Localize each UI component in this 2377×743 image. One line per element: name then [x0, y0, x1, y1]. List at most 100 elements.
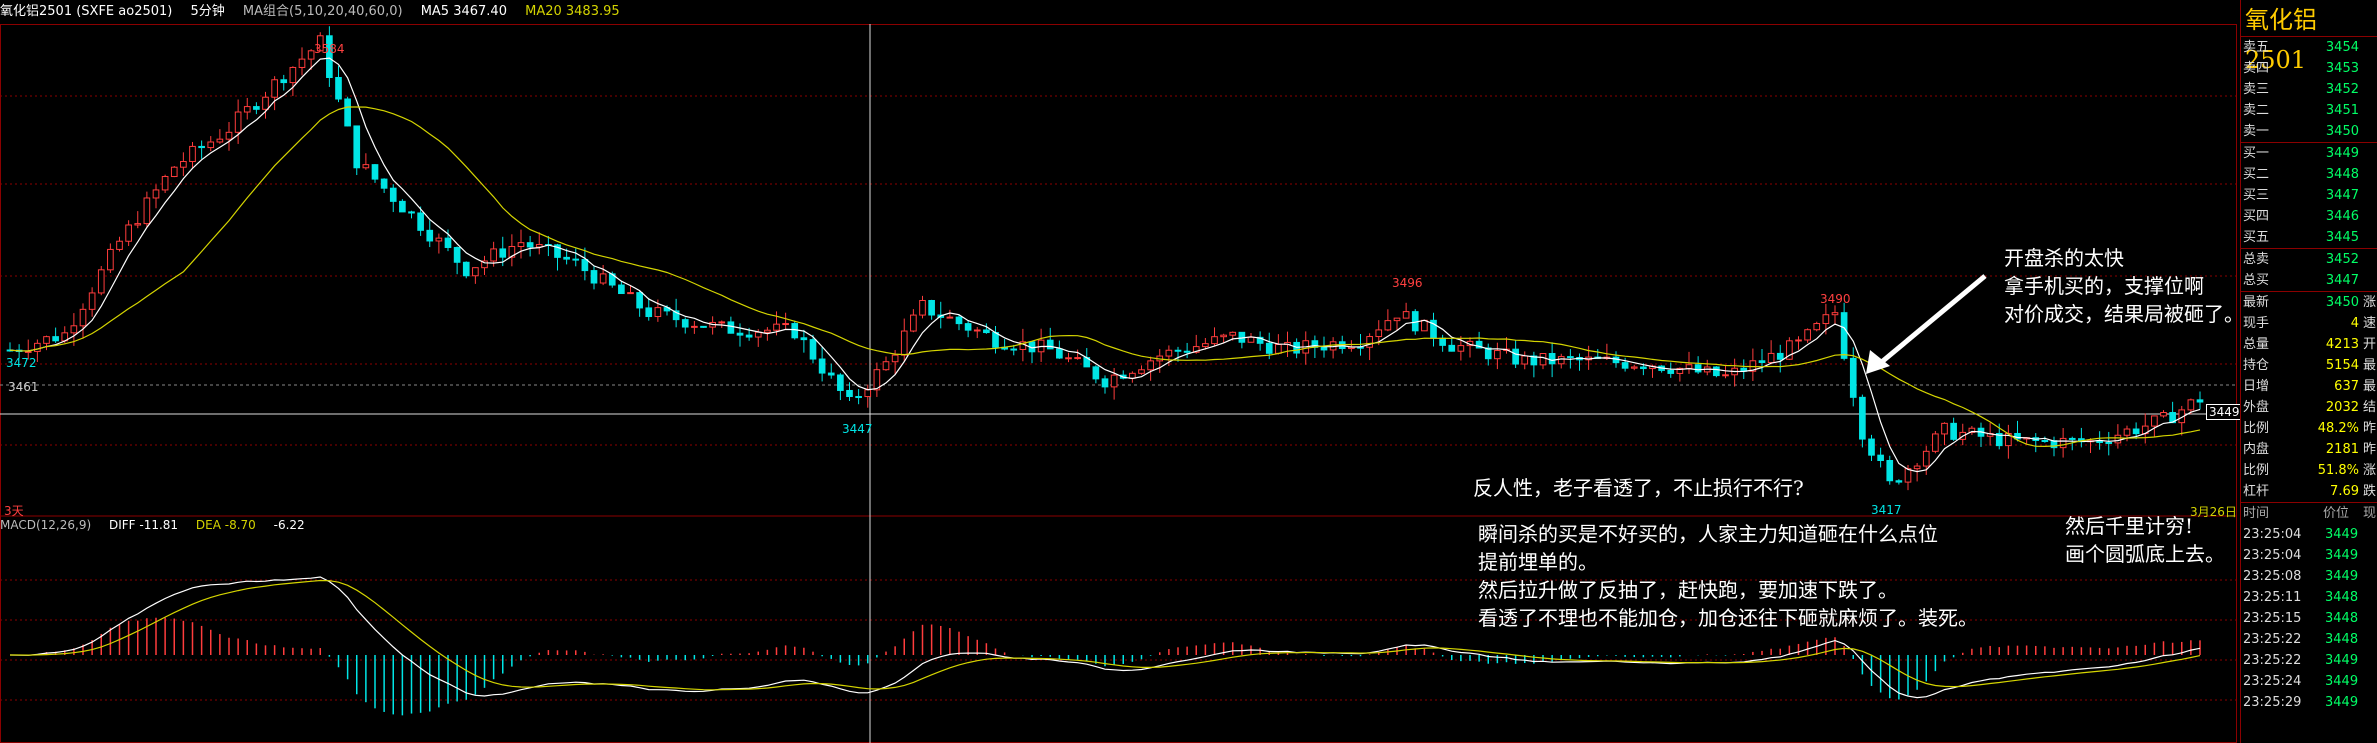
candle-body [207, 141, 215, 149]
candle-body [818, 358, 826, 374]
candle-body [198, 145, 205, 149]
ref-price-label: 3461 [8, 380, 39, 394]
tick-price: 3448 [2325, 590, 2359, 605]
candle-body [928, 300, 935, 316]
candle-body [417, 212, 424, 231]
tick-row: 23:25:22 3449 [2241, 650, 2377, 671]
candle-body [1092, 366, 1100, 380]
ma-group-label[interactable]: MA组合(5,10,20,40,60,0) [243, 4, 403, 19]
candle-body [599, 273, 607, 284]
candle-body [1822, 314, 1830, 325]
candle-body [1621, 362, 1629, 369]
ma20-value: MA20 3483.95 [525, 4, 620, 19]
ask-row[interactable]: 卖四 3453 [2241, 58, 2377, 79]
candle-body [362, 164, 370, 169]
quote-panel: 氧化铝2501 卖五 3454 卖四 3453 卖三 3452 卖二 3451 卖一 3450 买… [2240, 0, 2377, 743]
ask-row[interactable]: 卖一 3450 [2241, 121, 2377, 142]
candle-body [827, 372, 835, 376]
candle-body [1138, 369, 1145, 374]
candle-body [1859, 396, 1866, 440]
stat-row[interactable]: 比例 51.8% 涨 [2241, 460, 2377, 481]
total-row[interactable]: 总卖 3452 [2241, 249, 2377, 270]
ask-row-value: 3450 [2325, 124, 2359, 139]
ask-row-label: 卖二 [2243, 103, 2270, 118]
tick-time: 23:25:11 [2243, 590, 2302, 605]
candle-body [472, 267, 479, 277]
bid-row-value: 3447 [2325, 188, 2359, 203]
candle-body [2105, 441, 2113, 444]
candle-body [253, 106, 260, 110]
candle-body [800, 337, 808, 341]
tick-row: 23:25:11 3448 [2241, 587, 2377, 608]
candle-body [1776, 352, 1784, 360]
stat-row-value: 48.2% [2317, 421, 2359, 436]
candle-body [2196, 399, 2204, 403]
stat-row[interactable]: 杠杆 7.69 跌 [2241, 481, 2377, 502]
candle-body [1512, 348, 1519, 365]
bid-row[interactable]: 买三 3447 [2241, 185, 2377, 206]
bid-row[interactable]: 买五 3445 [2241, 227, 2377, 248]
stat-row[interactable]: 最新 3450 涨 [2241, 292, 2377, 313]
bid-row-label: 买二 [2243, 167, 2270, 182]
stat-row[interactable]: 日增 637 最 [2241, 376, 2377, 397]
candle-body [1056, 348, 1063, 359]
candle-body [1913, 465, 1921, 470]
ask-row[interactable]: 卖三 3452 [2241, 79, 2377, 100]
candle-body [645, 307, 653, 318]
candle-body [654, 307, 662, 318]
candle-body [846, 389, 853, 398]
candle-body [271, 79, 278, 98]
start-label: 3472 [6, 356, 37, 370]
timeframe-dropdown[interactable]: 5分钟 [191, 4, 225, 19]
ask-list: 卖五 3454 卖四 3453 卖三 3452 卖二 3451 卖一 3450 [2241, 37, 2377, 142]
stat-row[interactable]: 比例 48.2% 昨 [2241, 418, 2377, 439]
bid-row-label: 买一 [2243, 146, 2270, 161]
stat-row-value: 637 [2334, 379, 2359, 394]
candle-body [1849, 357, 1857, 398]
stat-row-label: 现手 [2243, 316, 2270, 331]
stat-row[interactable]: 总量 4213 开 [2241, 334, 2377, 355]
total-row-value: 3447 [2325, 273, 2359, 288]
candle-body [380, 178, 388, 189]
bid-row[interactable]: 买二 3448 [2241, 164, 2377, 185]
stat-row[interactable]: 持仓 5154 最 [2241, 355, 2377, 376]
candle-body [1366, 336, 1373, 348]
ticks-time-header: 时间 [2243, 506, 2270, 521]
candle-body [52, 336, 59, 342]
candle-body [1229, 331, 1237, 336]
candle-body [1421, 319, 1428, 332]
stat-row-label: 外盘 [2243, 400, 2270, 415]
tick-price: 3449 [2325, 548, 2359, 563]
tick-row: 23:25:29 3449 [2241, 692, 2377, 713]
candle-body [225, 131, 233, 140]
candle-body [107, 248, 114, 271]
tick-time: 23:25:29 [2243, 695, 2302, 710]
tick-time: 23:25:04 [2243, 548, 2302, 563]
bid-row[interactable]: 买四 3446 [2241, 206, 2377, 227]
stat-row-value: 7.69 [2330, 484, 2359, 499]
ask-row[interactable]: 卖五 3454 [2241, 37, 2377, 58]
candle-body [189, 145, 196, 163]
stat-row[interactable]: 外盘 2032 结 [2241, 397, 2377, 418]
stat-row[interactable]: 内盘 2181 昨 [2241, 439, 2377, 460]
current-price-tag: 3449 [2206, 404, 2243, 420]
stat-row-tail: 昨 [2363, 421, 2377, 436]
total-row[interactable]: 总买 3447 [2241, 270, 2377, 291]
stat-row-tail: 结 [2363, 400, 2377, 415]
stat-row[interactable]: 现手 4 速 [2241, 313, 2377, 334]
ask-row[interactable]: 卖二 3451 [2241, 100, 2377, 121]
macd-title[interactable]: MACD(12,26,9) [0, 518, 91, 532]
tick-price: 3449 [2325, 527, 2359, 542]
bid-row[interactable]: 买一 3449 [2241, 143, 2377, 164]
candle-body [946, 316, 954, 319]
candle-body [43, 336, 50, 344]
candle-body [1758, 360, 1766, 363]
candle-body [955, 316, 963, 325]
candle-body [170, 166, 178, 178]
candle-body [1950, 422, 1957, 440]
low1-label: 3447 [842, 422, 873, 436]
stat-row-value: 4 [2350, 316, 2359, 331]
candle-body [563, 256, 570, 260]
tick-price: 3448 [2325, 611, 2359, 626]
bid-row-value: 3445 [2325, 230, 2359, 245]
